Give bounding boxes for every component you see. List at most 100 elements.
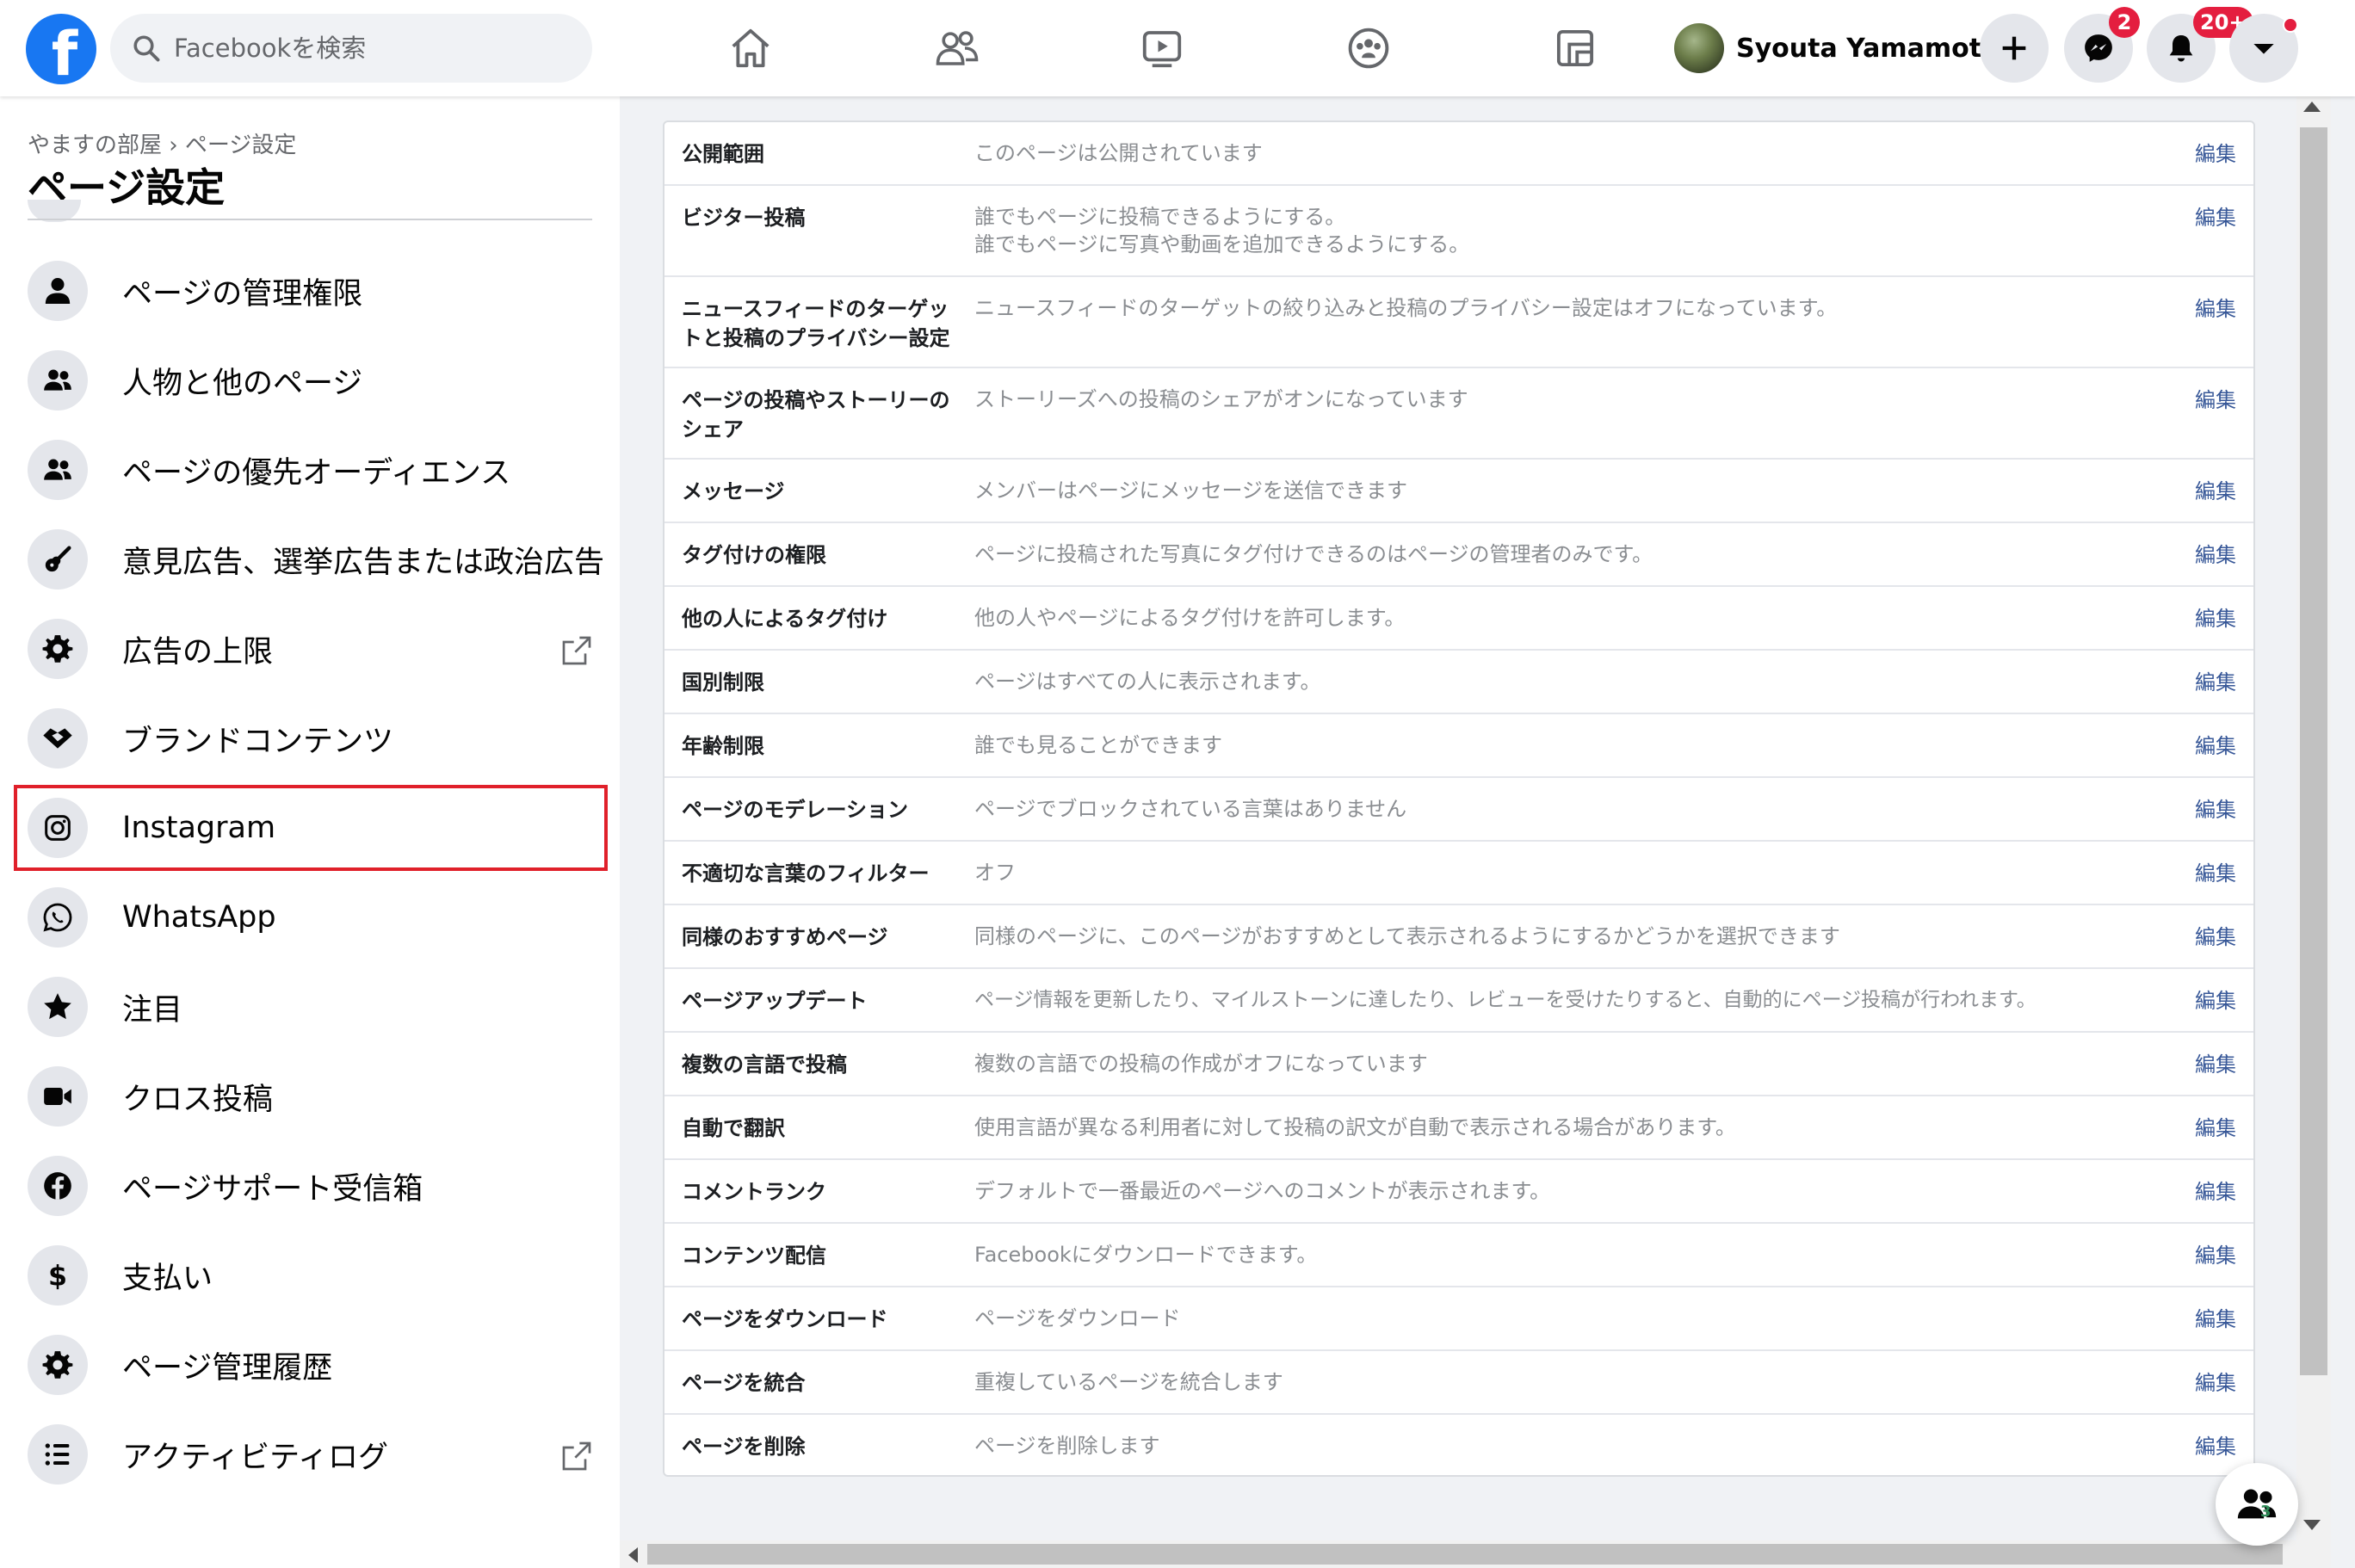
edit-link[interactable]: 編集	[2195, 1177, 2236, 1207]
people-icon	[2237, 1489, 2277, 1519]
settings-row-content-distribution: コンテンツ配信 Facebookにダウンロードできます。 編集	[664, 1224, 2253, 1287]
sidebar-item-label: 注目	[122, 992, 183, 1028]
edit-link[interactable]: 編集	[2195, 139, 2236, 169]
setting-description: 同様のページに、このページがおすすめとして表示されるようにするかどうかを選択でき…	[974, 924, 1840, 948]
sidebar-item-payments[interactable]: $ 支払い	[15, 1234, 606, 1317]
facebook-logo-icon[interactable]: f	[26, 14, 96, 84]
scroll-left-arrow-icon[interactable]	[628, 1547, 638, 1563]
sidebar-item-crossposting[interactable]: クロス投稿	[15, 1055, 606, 1138]
edit-link[interactable]: 編集	[2195, 604, 2236, 633]
sidebar-item-page-roles[interactable]: ページの管理権限	[15, 250, 606, 332]
edit-link[interactable]: 編集	[2195, 795, 2236, 824]
notification-dot	[2283, 17, 2298, 33]
edit-link[interactable]: 編集	[2195, 859, 2236, 888]
list-icon	[45, 1443, 70, 1466]
person-icon	[45, 278, 71, 304]
sidebar-item-people-and-pages[interactable]: 人物と他のページ	[15, 339, 606, 422]
edit-link[interactable]: 編集	[2195, 203, 2236, 232]
friends-nav-button[interactable]	[923, 19, 992, 77]
setting-description: このページは公開されています	[974, 141, 1263, 165]
gaming-nav-button[interactable]	[1541, 19, 1610, 77]
sidebar-item-page-support-inbox[interactable]: ページサポート受信箱	[15, 1145, 606, 1227]
edit-link[interactable]: 編集	[2195, 477, 2236, 506]
setting-description: ページでブロックされている言葉はありません	[974, 797, 1407, 821]
edit-link[interactable]: 編集	[2195, 1368, 2236, 1398]
instagram-icon	[45, 815, 71, 841]
settings-row-multilingual-posts: 複数の言語で投稿 複数の言語での投稿の作成がオフになっています 編集	[664, 1033, 2253, 1096]
edit-link[interactable]: 編集	[2195, 386, 2236, 415]
settings-row-profanity-filter: 不適切な言葉のフィルター オフ 編集	[664, 842, 2253, 905]
profile-link[interactable]: Syouta Yamamoto	[1674, 19, 2000, 77]
sidebar-item-page-management-history[interactable]: ページ管理履歴	[15, 1324, 606, 1406]
edit-link[interactable]: 編集	[2195, 732, 2236, 761]
setting-label: 公開範囲	[682, 142, 764, 166]
contacts-floating-button[interactable]	[2216, 1463, 2298, 1546]
avatar	[1674, 23, 1724, 73]
whatsapp-icon	[43, 903, 72, 932]
edit-link[interactable]: 編集	[2195, 1305, 2236, 1334]
edit-link[interactable]: 編集	[2195, 923, 2236, 952]
edit-link[interactable]: 編集	[2195, 1114, 2236, 1143]
sidebar-item-branded-content[interactable]: ブランドコンテンツ	[15, 697, 606, 780]
gear-icon	[42, 1351, 73, 1379]
sidebar-item-whatsapp[interactable]: WhatsApp	[15, 876, 606, 959]
setting-description: 複数の言語での投稿の作成がオフになっています	[974, 1052, 1428, 1076]
messenger-button[interactable]: 2	[2064, 7, 2140, 83]
create-button[interactable]	[1980, 14, 2049, 83]
friends-icon	[936, 31, 979, 65]
home-nav-button[interactable]	[716, 19, 785, 77]
setting-label: ページのモデレーション	[682, 798, 909, 822]
edit-link[interactable]: 編集	[2195, 668, 2236, 697]
edit-link[interactable]: 編集	[2195, 986, 2236, 1015]
setting-description: 重複しているページを統合します	[974, 1370, 1283, 1394]
setting-label: タグ付けの権限	[682, 543, 826, 567]
facebook-icon	[44, 1172, 71, 1200]
settings-row-messages: メッセージ メンバーはページにメッセージを送信できます 編集	[664, 460, 2253, 523]
edit-link[interactable]: 編集	[2195, 1050, 2236, 1079]
sidebar-item-label: Instagram	[122, 811, 276, 845]
svg-text:$: $	[48, 1262, 67, 1293]
edit-link[interactable]: 編集	[2195, 540, 2236, 570]
watch-nav-button[interactable]	[1128, 19, 1196, 77]
sidebar-item-featured[interactable]: 注目	[15, 966, 606, 1048]
scroll-down-arrow-icon[interactable]	[2303, 1520, 2321, 1530]
setting-description: ページ情報を更新したり、マイルストーンに達したり、レビューを受けたりすると、自動…	[974, 989, 2037, 1011]
profile-name: Syouta Yamamoto	[1736, 33, 2000, 64]
search-box[interactable]	[110, 14, 592, 83]
setting-description: ページを削除します	[974, 1434, 1160, 1458]
settings-row-merge-pages: ページを統合 重複しているページを統合します 編集	[664, 1351, 2253, 1415]
setting-label: ページをダウンロード	[682, 1307, 888, 1331]
setting-label: コメントランク	[682, 1180, 826, 1204]
edit-link[interactable]: 編集	[2195, 294, 2236, 324]
setting-description: ページに投稿された写真にタグ付けできるのはページの管理者のみです。	[974, 542, 1653, 566]
video-play-icon	[1142, 31, 1182, 68]
account-menu-button[interactable]	[2229, 14, 2298, 83]
sidebar-item-ad-limits[interactable]: 広告の上限	[15, 608, 606, 690]
settings-row-similar-page-suggestions: 同様のおすすめページ 同様のページに、このページがおすすめとして表示されるように…	[664, 905, 2253, 969]
handshake-icon	[43, 728, 72, 749]
sidebar-item-instagram[interactable]: Instagram	[14, 785, 608, 871]
edit-link[interactable]: 編集	[2195, 1241, 2236, 1270]
sidebar-item-label: 支払い	[122, 1261, 213, 1296]
sidebar-item-label: ページサポート受信箱	[122, 1171, 423, 1207]
setting-description: デフォルトで一番最近のページへのコメントが表示されます。	[974, 1179, 1551, 1203]
notifications-button[interactable]: 20+	[2147, 7, 2253, 83]
search-input[interactable]	[174, 34, 553, 63]
star-icon	[44, 993, 71, 1020]
vertical-scrollbar-thumb[interactable]	[2300, 127, 2327, 1375]
gaming-icon	[1556, 29, 1594, 67]
groups-nav-button[interactable]	[1334, 19, 1403, 77]
messenger-icon	[2085, 34, 2112, 62]
breadcrumb[interactable]: やますの部屋 › ページ設定	[28, 127, 296, 159]
edit-link[interactable]: 編集	[2195, 1432, 2236, 1461]
setting-description: 誰でもページに投稿できるようにする。 誰でもページに写真や動画を追加できるように…	[974, 205, 1470, 256]
top-navigation-bar: f Syouta Yamamoto 2 20+	[0, 0, 2355, 96]
settings-row-news-feed-targeting: ニュースフィードのターゲットと投稿のプライバシー設定 ニュースフィードのターゲッ…	[664, 277, 2253, 368]
sidebar-item-political-ads[interactable]: 意見広告、選挙広告または政治広告	[15, 518, 606, 601]
setting-label: 同様のおすすめページ	[682, 925, 888, 949]
sidebar-item-preferred-audience[interactable]: ページの優先オーディエンス	[15, 429, 606, 511]
sidebar-item-activity-log[interactable]: アクティビティログ	[15, 1413, 606, 1496]
horizontal-scrollbar-thumb[interactable]	[647, 1544, 2283, 1565]
setting-label: 国別制限	[682, 670, 764, 694]
scroll-up-arrow-icon[interactable]	[2303, 102, 2321, 112]
